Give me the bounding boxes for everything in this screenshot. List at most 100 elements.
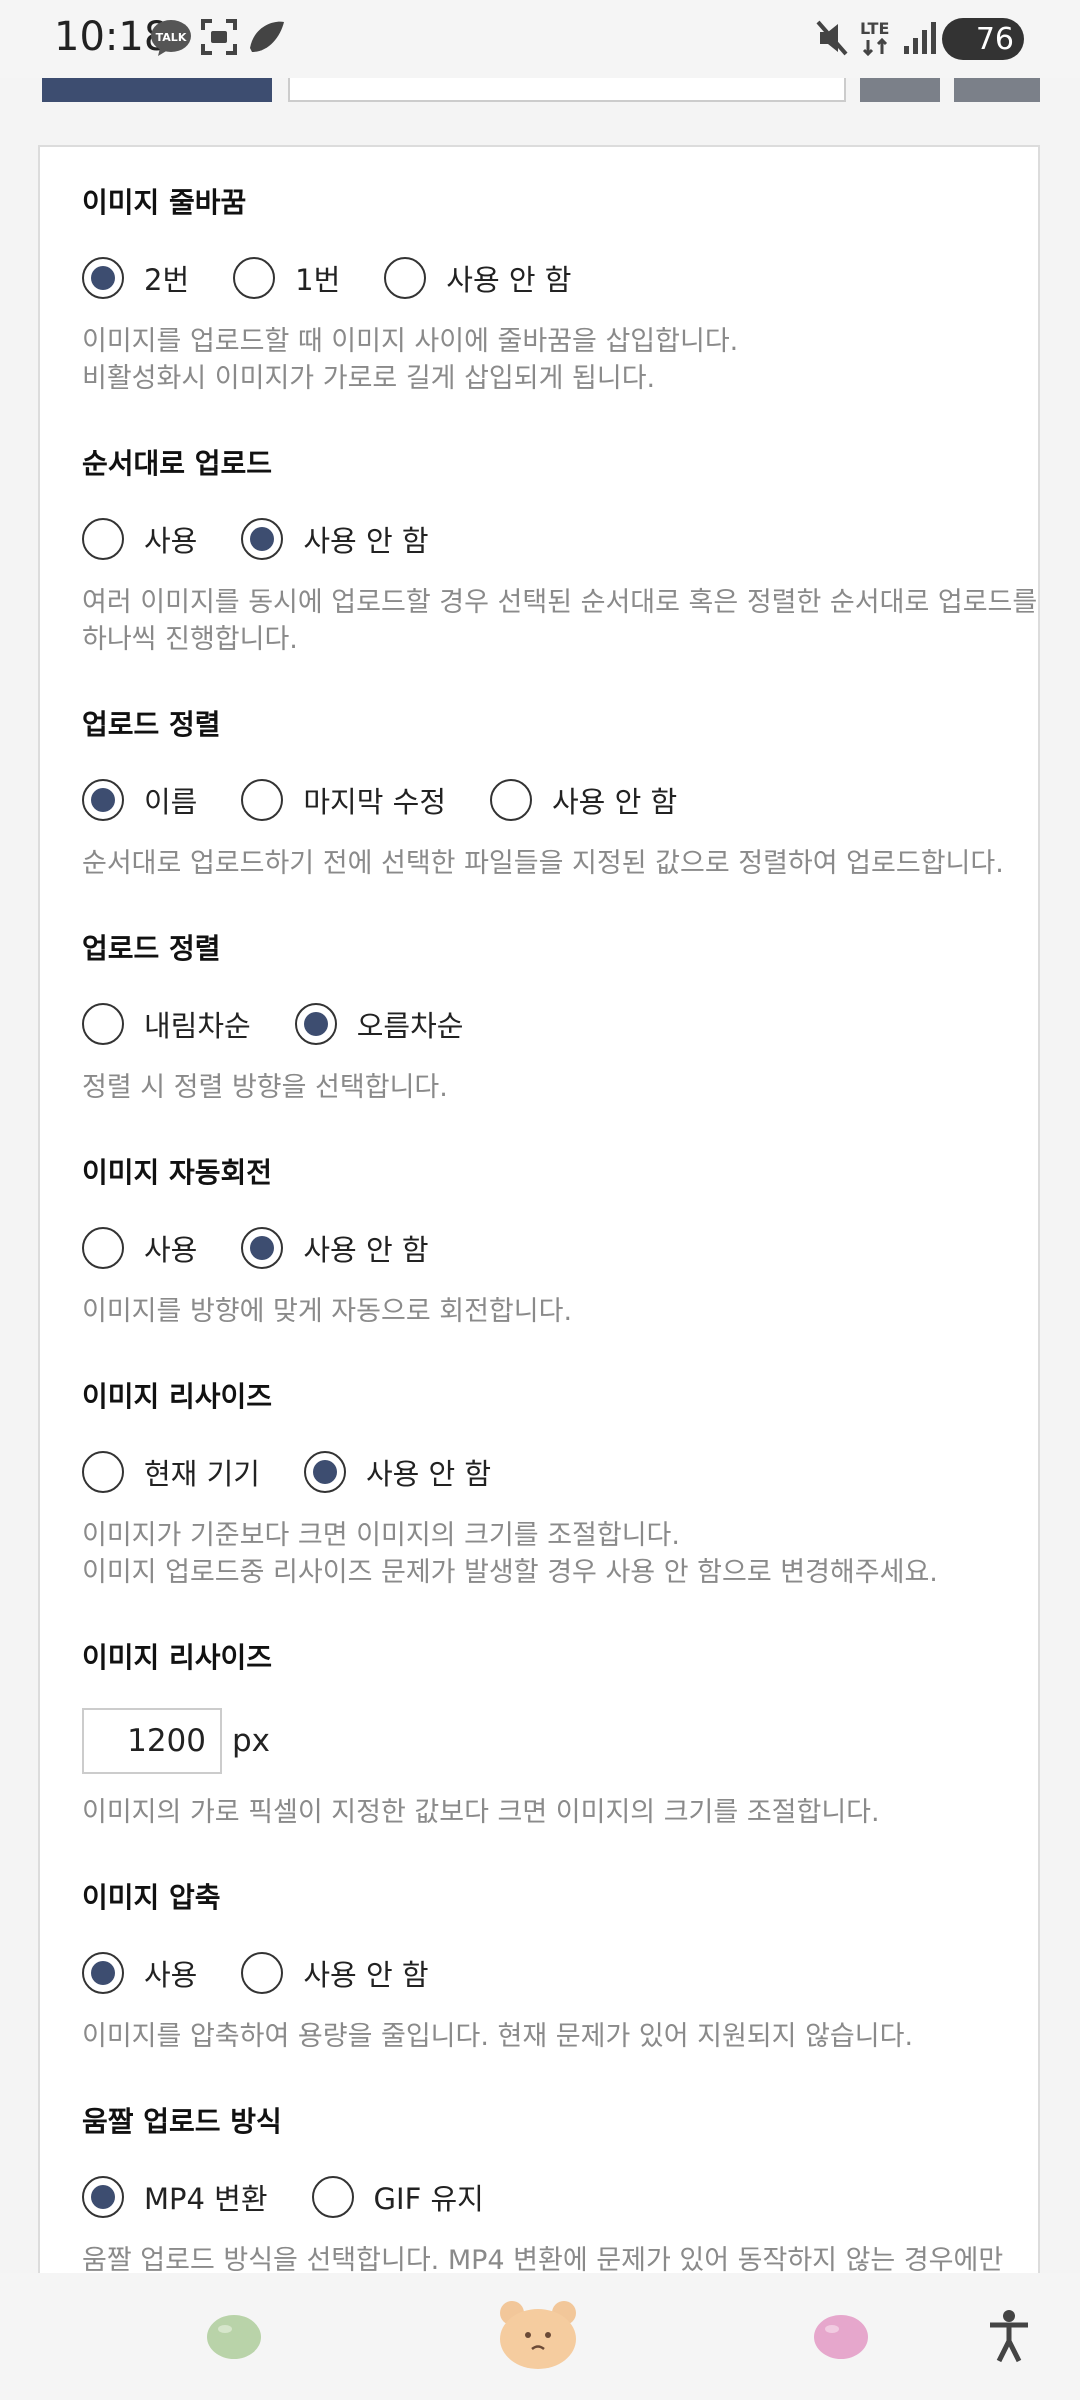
unit-label: px xyxy=(232,1723,271,1759)
description-line: 정렬 시 정렬 방향을 선택합니다. xyxy=(82,1072,448,1103)
radio-option[interactable]: 사용 xyxy=(82,1227,197,1269)
bottom-nav xyxy=(0,2273,1080,2400)
radio-button[interactable] xyxy=(82,1227,124,1269)
radio-button[interactable] xyxy=(82,1003,124,1045)
section-description: 순서대로 업로드하기 전에 선택한 파일들을 지정된 값으로 정렬하여 업로드합… xyxy=(82,845,1042,882)
section-description: 이미지가 기준보다 크면 이미지의 크기를 조절합니다. 이미지 업로드중 리사… xyxy=(82,1517,1042,1591)
radio-option[interactable]: GIF 유지 xyxy=(311,2176,484,2218)
radio-option[interactable]: MP4 변환 xyxy=(82,2176,268,2218)
radio-label: 사용 안 함 xyxy=(365,1457,492,1491)
status-bar: 10:18 TALK LTE 76 xyxy=(0,0,1080,78)
lte-icon: LTE xyxy=(860,19,889,57)
toolbar-input[interactable] xyxy=(288,78,846,102)
description-line: 이미지 업로드중 리사이즈 문제가 발생할 경우 사용 안 함으로 변경해주세요… xyxy=(82,1557,938,1588)
section-title: 이미지 압축 xyxy=(82,1881,221,1914)
radio-option[interactable]: 사용 안 함 xyxy=(241,1227,429,1269)
mute-icon xyxy=(816,20,848,56)
radio-label: 사용 xyxy=(144,524,198,558)
radio-option[interactable]: 사용 안 함 xyxy=(241,1952,429,1994)
toolbar-button[interactable] xyxy=(860,78,940,102)
section-title: 이미지 리사이즈 xyxy=(82,1380,273,1413)
radio-option[interactable]: 2번 xyxy=(82,257,189,299)
radio-button[interactable] xyxy=(82,518,124,560)
section-description: 이미지를 업로드할 때 이미지 사이에 줄바꿈을 삽입합니다. 비활성화시 이미… xyxy=(82,323,1042,397)
radio-button[interactable] xyxy=(82,779,124,821)
settings-panel: 이미지 줄바꿈 2번 1번 사용 안 함 이미지를 업로드할 때 이미지 사이에… xyxy=(38,145,1040,2345)
radio-option[interactable]: 이름 xyxy=(82,779,197,821)
section-description: 이미지의 가로 픽셀이 지정한 값보다 크면 이미지의 크기를 조절합니다. xyxy=(82,1794,1042,1831)
pink-bean-icon[interactable] xyxy=(812,2311,870,2363)
radio-button[interactable] xyxy=(241,1227,284,1269)
radio-option[interactable]: 사용 xyxy=(82,518,197,560)
radio-button[interactable] xyxy=(303,1451,346,1493)
resize-width-input[interactable] xyxy=(82,1708,222,1774)
description-line: 이미지를 압축하여 용량을 줄입니다. 현재 문제가 있어 지원되지 않습니다. xyxy=(82,2021,914,2052)
radio-option[interactable]: 마지막 수정 xyxy=(241,779,446,821)
signal-icon xyxy=(904,22,936,54)
section-title: 이미지 리사이즈 xyxy=(82,1641,273,1674)
radio-option[interactable]: 사용 안 함 xyxy=(303,1451,492,1493)
radio-button[interactable] xyxy=(241,779,284,821)
radio-group: MP4 변환 GIF 유지 xyxy=(82,2172,1042,2222)
radio-label: GIF 유지 xyxy=(373,2182,484,2216)
section-title: 업로드 정렬 xyxy=(82,708,221,741)
radio-group: 현재 기기 사용 안 함 xyxy=(82,1447,1042,1497)
section-title: 이미지 자동회전 xyxy=(82,1156,273,1189)
radio-button[interactable] xyxy=(241,518,284,560)
radio-option[interactable]: 내림차순 xyxy=(82,1003,251,1045)
radio-label: MP4 변환 xyxy=(144,2182,268,2216)
radio-option[interactable]: 1번 xyxy=(233,257,340,299)
description-line: 이미지를 업로드할 때 이미지 사이에 줄바꿈을 삽입합니다. xyxy=(82,326,739,357)
radio-group: 사용 사용 안 함 xyxy=(82,1948,1042,1998)
radio-option[interactable]: 오름차순 xyxy=(294,1003,463,1045)
toolbar-button[interactable] xyxy=(42,78,272,102)
radio-label: 사용 안 함 xyxy=(303,1958,429,1992)
section-title: 이미지 줄바꿈 xyxy=(82,186,247,219)
radio-button[interactable] xyxy=(233,257,276,299)
section-description: 여러 이미지를 동시에 업로드할 경우 선택된 순서대로 혹은 정렬한 순서대로… xyxy=(82,584,1042,658)
radio-label: 사용 안 함 xyxy=(552,785,678,819)
radio-option[interactable]: 사용 xyxy=(82,1952,197,1994)
radio-button[interactable] xyxy=(490,779,532,821)
radio-group: 2번 1번 사용 안 함 xyxy=(82,253,1042,303)
radio-label: 마지막 수정 xyxy=(303,785,446,819)
section-image-linebreak: 이미지 줄바꿈 2번 1번 사용 안 함 이미지를 업로드할 때 이미지 사이에… xyxy=(82,183,1042,397)
radio-group: 사용 사용 안 함 xyxy=(82,514,1042,564)
toolbar-button[interactable] xyxy=(954,78,1040,102)
radio-group: 사용 사용 안 함 xyxy=(82,1223,1042,1273)
radio-button[interactable] xyxy=(241,1952,284,1994)
section-sort-direction: 업로드 정렬 내림차순 오름차순 정렬 시 정렬 방향을 선택합니다. xyxy=(82,929,1042,1106)
radio-button[interactable] xyxy=(311,2176,354,2218)
radio-label: 2번 xyxy=(144,263,190,297)
section-title: 업로드 정렬 xyxy=(82,932,221,965)
radio-button[interactable] xyxy=(294,1003,337,1045)
section-description: 이미지를 압축하여 용량을 줄입니다. 현재 문제가 있어 지원되지 않습니다. xyxy=(82,2018,1042,2055)
radio-button[interactable] xyxy=(82,257,124,299)
radio-group: 내림차순 오름차순 xyxy=(82,999,1042,1049)
accessibility-icon[interactable] xyxy=(988,2309,1030,2363)
radio-option[interactable]: 사용 안 함 xyxy=(384,257,571,299)
radio-button[interactable] xyxy=(82,1952,124,1994)
radio-button[interactable] xyxy=(384,257,427,299)
section-title: 순서대로 업로드 xyxy=(82,447,273,480)
radio-label: 사용 안 함 xyxy=(446,263,572,297)
radio-label: 내림차순 xyxy=(144,1009,251,1043)
description-line: 이미지의 가로 픽셀이 지정한 값보다 크면 이미지의 크기를 조절합니다. xyxy=(82,1797,880,1828)
description-line: 순서대로 업로드하기 전에 선택한 파일들을 지정된 값으로 정렬하여 업로드합… xyxy=(82,848,1004,879)
section-description: 정렬 시 정렬 방향을 선택합니다. xyxy=(82,1069,1042,1106)
radio-option[interactable]: 사용 안 함 xyxy=(490,779,677,821)
radio-label: 사용 xyxy=(144,1233,198,1267)
radio-label: 이름 xyxy=(144,785,198,819)
radio-button[interactable] xyxy=(82,1451,124,1493)
bear-face-icon[interactable] xyxy=(498,2299,578,2371)
leaf-icon xyxy=(250,21,284,52)
svg-text:LTE: LTE xyxy=(860,19,889,38)
radio-label: 사용 안 함 xyxy=(303,524,429,558)
section-auto-rotate: 이미지 자동회전 사용 사용 안 함 이미지를 방향에 맞게 자동으로 회전합니… xyxy=(82,1153,1042,1330)
radio-option[interactable]: 현재 기기 xyxy=(82,1451,260,1493)
radio-button[interactable] xyxy=(82,2176,124,2218)
green-bean-icon[interactable] xyxy=(205,2311,263,2363)
section-upload-sort: 업로드 정렬 이름 마지막 수정 사용 안 함 순서대로 업로드하기 전에 선택… xyxy=(82,705,1042,882)
section-title: 움짤 업로드 방식 xyxy=(82,2105,282,2138)
radio-option[interactable]: 사용 안 함 xyxy=(241,518,429,560)
